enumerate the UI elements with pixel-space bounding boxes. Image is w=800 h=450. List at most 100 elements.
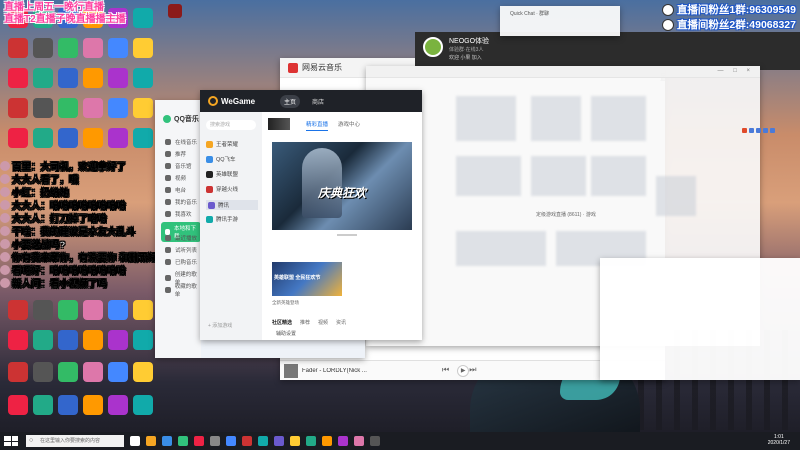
desktop-shortcut-icon[interactable]: [83, 395, 103, 415]
ime-mode-icon[interactable]: [749, 128, 754, 133]
desktop-shortcut-icon[interactable]: [108, 395, 128, 415]
qq-music-sidebar-item[interactable]: 视频: [165, 174, 186, 182]
desktop-shortcut-icon[interactable]: [8, 38, 28, 58]
desktop-shortcut-icon[interactable]: [8, 98, 28, 118]
prev-icon[interactable]: ⏮: [442, 365, 457, 374]
desktop-shortcut-icon[interactable]: [8, 128, 28, 148]
desktop-shortcut-icon[interactable]: [133, 38, 153, 58]
taskbar-app-icon[interactable]: [242, 436, 252, 446]
taskbar-app-icon[interactable]: [162, 436, 172, 446]
ime-punct-icon[interactable]: [756, 128, 761, 133]
taskbar-app-icon[interactable]: [146, 436, 156, 446]
game-search-input[interactable]: 搜索游戏: [206, 120, 256, 130]
qq-music-sidebar-item[interactable]: 在线音乐: [165, 138, 197, 146]
desktop-shortcut-icon[interactable]: [108, 362, 128, 382]
blurred-thumbnail[interactable]: [531, 96, 581, 141]
taskbar-app-icon[interactable]: [210, 436, 220, 446]
blurred-thumbnail[interactable]: [531, 156, 586, 196]
desktop-shortcut-icon[interactable]: [108, 300, 128, 320]
desktop-shortcut-icon[interactable]: [58, 330, 78, 350]
desktop-shortcut-icon[interactable]: [133, 395, 153, 415]
group-avatar[interactable]: [423, 37, 443, 57]
desktop-shortcut-icon[interactable]: [8, 68, 28, 88]
qq-chat-header[interactable]: NEOGO体验 体验群·在线3人 欢迎 小果 加入: [415, 32, 800, 70]
qq-music-sidebar-item[interactable]: 我喜欢: [165, 210, 192, 218]
taskbar-app-icon[interactable]: [354, 436, 364, 446]
desktop-shortcut-icon[interactable]: [133, 68, 153, 88]
taskbar-app-icon[interactable]: [290, 436, 300, 446]
blurred-thumbnail[interactable]: [456, 156, 521, 196]
desktop-shortcut-icon[interactable]: [58, 128, 78, 148]
next-icon[interactable]: ⏭: [469, 365, 484, 374]
desktop-shortcut-icon[interactable]: [108, 38, 128, 58]
taskbar-app-icon[interactable]: [274, 436, 284, 446]
desktop-shortcut-icon[interactable]: [58, 362, 78, 382]
desktop-shortcut-icon[interactable]: [8, 395, 28, 415]
desktop-shortcut-icon[interactable]: [108, 68, 128, 88]
tab-recommend[interactable]: 推荐: [300, 319, 310, 326]
taskbar-app-icon[interactable]: [306, 436, 316, 446]
desktop-shortcut-icon[interactable]: [33, 128, 53, 148]
nav-store[interactable]: 商店: [308, 95, 328, 108]
desktop-shortcut-icon[interactable]: [133, 300, 153, 320]
taskbar-app-icon[interactable]: [258, 436, 268, 446]
desktop-shortcut-icon[interactable]: [33, 330, 53, 350]
qq-music-sidebar-item[interactable]: 电台: [165, 186, 186, 194]
blurred-thumbnail[interactable]: [456, 96, 516, 141]
desktop-shortcut-icon[interactable]: [33, 300, 53, 320]
ime-logo-icon[interactable]: [742, 128, 747, 133]
desktop-shortcut-icon[interactable]: [58, 98, 78, 118]
desktop-shortcut-icon[interactable]: [58, 38, 78, 58]
desktop-app-icon[interactable]: [168, 4, 182, 18]
ime-keyboard-icon[interactable]: [770, 128, 775, 133]
taskbar-app-icon[interactable]: [194, 436, 204, 446]
taskbar-app-icon[interactable]: [130, 436, 140, 446]
taskbar-clock[interactable]: 1:01 2020/1/27: [768, 434, 790, 446]
game-list-item[interactable]: QQ飞车: [206, 155, 258, 163]
qq-music-sidebar-item[interactable]: 最近播放: [165, 234, 197, 242]
desktop-shortcut-icon[interactable]: [8, 300, 28, 320]
desktop-shortcut-icon[interactable]: [83, 98, 103, 118]
blurred-thumbnail[interactable]: [456, 231, 546, 266]
desktop-shortcut-icon[interactable]: [33, 362, 53, 382]
game-list-item[interactable]: 英雄联盟: [206, 170, 258, 178]
game-list-item[interactable]: 腾讯手游: [206, 215, 258, 223]
desktop-shortcut-icon[interactable]: [58, 68, 78, 88]
desktop-shortcut-icon[interactable]: [108, 330, 128, 350]
taskbar-app-icon[interactable]: [338, 436, 348, 446]
tab-community[interactable]: 社区精选: [272, 319, 292, 326]
play-button[interactable]: ▶: [457, 364, 470, 377]
wegame-window[interactable]: WeGame 主页 商店 搜索游戏 + 添加游戏 王者荣耀 QQ飞车英雄联盟穿越火…: [200, 90, 422, 340]
desktop-shortcut-icon[interactable]: [108, 128, 128, 148]
game-list-item[interactable]: 王者荣耀: [206, 140, 258, 148]
assist-settings-link[interactable]: 辅助设置: [276, 330, 296, 337]
desktop-shortcut-icon[interactable]: [108, 98, 128, 118]
desktop-shortcut-icon[interactable]: [133, 330, 153, 350]
qq-music-sidebar-item[interactable]: 推荐: [165, 150, 186, 158]
nav-home[interactable]: 主页: [280, 95, 301, 108]
blurred-titlebar[interactable]: [366, 66, 760, 78]
carousel-indicator[interactable]: [337, 234, 357, 236]
blurred-thumbnail[interactable]: [656, 176, 696, 216]
desktop-shortcut-icon[interactable]: [83, 68, 103, 88]
add-game-link[interactable]: + 添加游戏: [208, 322, 232, 329]
desktop-shortcut-icon[interactable]: [33, 98, 53, 118]
quick-chat-window[interactable]: Quick Chat · 群聊: [500, 6, 620, 36]
game-list-item[interactable]: 穿越火线: [206, 185, 258, 193]
desktop-shortcut-icon[interactable]: [83, 38, 103, 58]
desktop-shortcut-icon[interactable]: [133, 98, 153, 118]
wegame-titlebar[interactable]: WeGame 主页 商店: [200, 90, 422, 112]
taskbar-app-icon[interactable]: [322, 436, 332, 446]
desktop-shortcut-icon[interactable]: [133, 8, 153, 28]
qq-music-sidebar-item[interactable]: 已购音乐: [165, 258, 197, 266]
desktop-shortcut-icon[interactable]: [83, 300, 103, 320]
desktop-shortcut-icon[interactable]: [58, 395, 78, 415]
desktop-shortcut-icon[interactable]: [33, 38, 53, 58]
taskbar-app-icon[interactable]: [226, 436, 236, 446]
desktop-shortcut-icon[interactable]: [83, 128, 103, 148]
desktop-shortcut-icon[interactable]: [83, 362, 103, 382]
qq-music-sidebar-item[interactable]: 试听列表: [165, 246, 197, 254]
desktop-shortcut-icon[interactable]: [133, 128, 153, 148]
desktop-shortcut-icon[interactable]: [33, 68, 53, 88]
taskbar-app-icon[interactable]: [370, 436, 380, 446]
